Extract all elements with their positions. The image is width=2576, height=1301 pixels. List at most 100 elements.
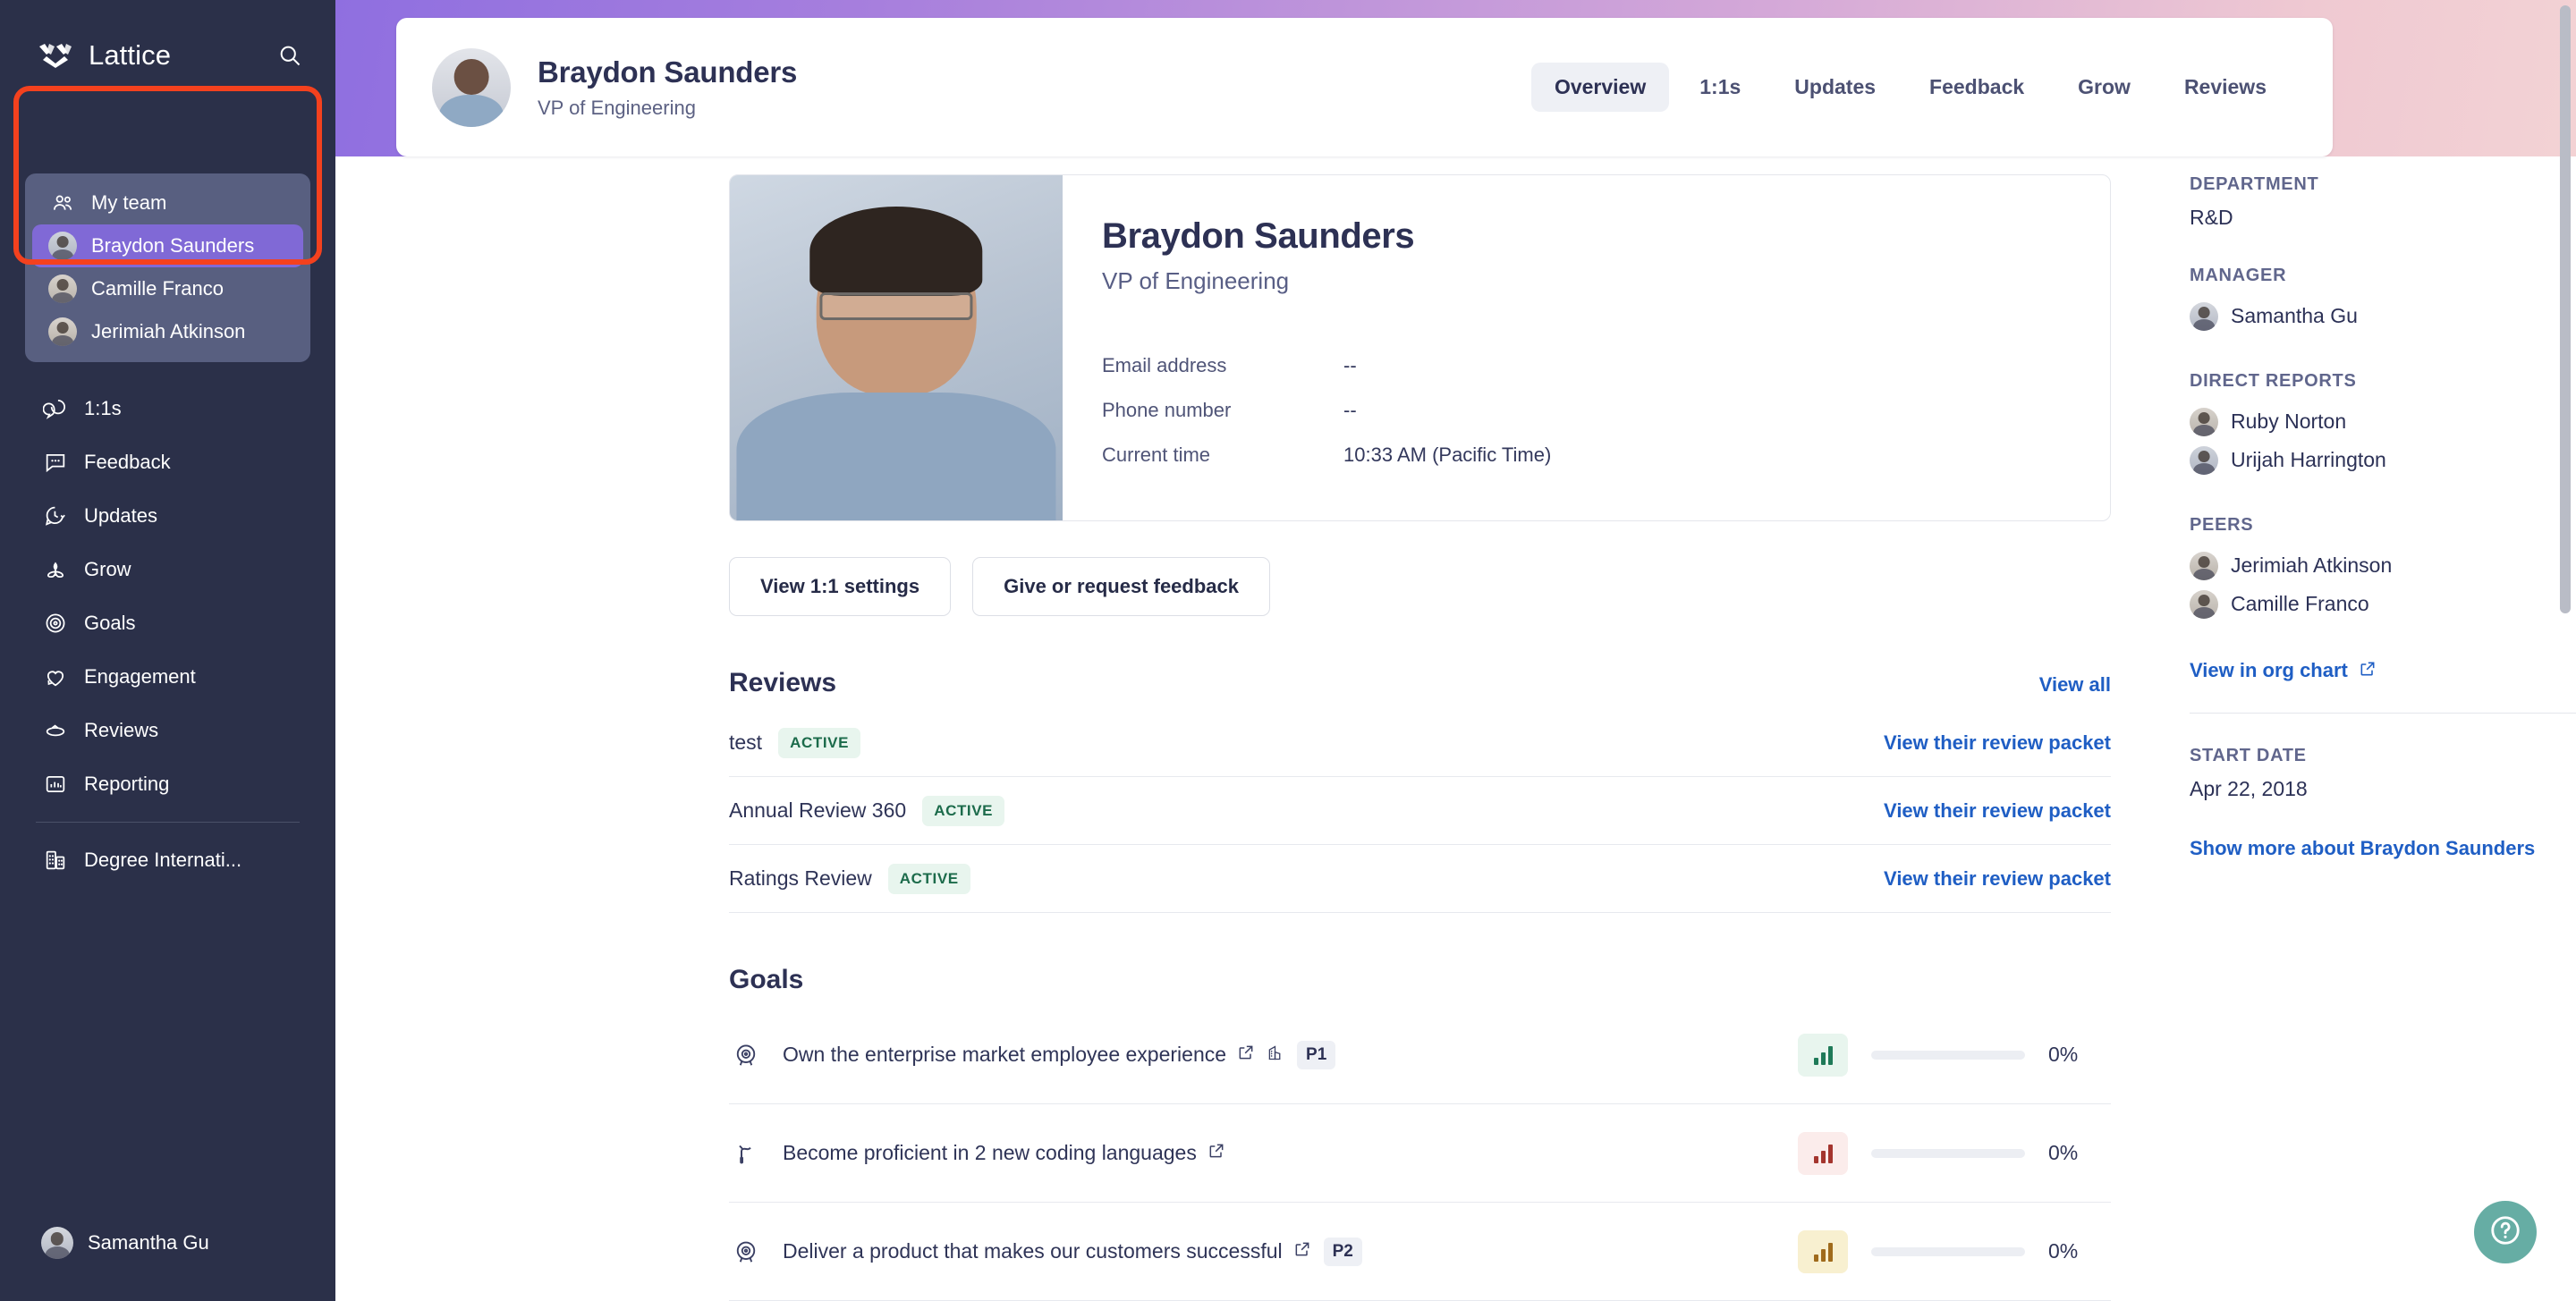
- tab-1-1s[interactable]: 1:1s: [1676, 63, 1764, 112]
- field-label: Email address: [1102, 354, 1227, 376]
- sidebar-item-reviews[interactable]: Reviews: [25, 704, 310, 757]
- question-mark-icon: [2488, 1213, 2522, 1252]
- search-icon[interactable]: [275, 40, 305, 71]
- manager-name: Samantha Gu: [2231, 304, 2358, 327]
- field-label: Phone number: [1102, 399, 1232, 421]
- show-more-link[interactable]: Show more about Braydon Saunders: [2190, 837, 2576, 860]
- clock-bubble-icon: [41, 502, 70, 530]
- sidebar-current-user[interactable]: Samantha Gu: [25, 1217, 310, 1269]
- main-stage: Braydon Saunders VP of Engineering Overv…: [335, 0, 2576, 1301]
- org-chart-link-row[interactable]: View in org chart: [2190, 659, 2576, 682]
- goal-title[interactable]: Become proficient in 2 new coding langua…: [783, 1141, 1197, 1165]
- sidebar-item-braydon-saunders[interactable]: Braydon Saunders: [32, 224, 303, 267]
- direct-report-row[interactable]: Ruby Norton: [2190, 402, 2576, 441]
- profile-info: Braydon Saunders VP of Engineering Email…: [1063, 175, 1551, 520]
- profile-role: VP of Engineering: [1102, 267, 1290, 294]
- status-badge: ACTIVE: [778, 727, 861, 758]
- flag-icon: [729, 1136, 763, 1170]
- page-scrollbar[interactable]: [2560, 5, 2571, 613]
- tab-reviews[interactable]: Reviews: [2161, 63, 2290, 112]
- peer-row[interactable]: Camille Franco: [2190, 585, 2576, 623]
- status-badge: ACTIVE: [922, 795, 1005, 826]
- buildings-icon: [41, 846, 70, 874]
- view-in-org-chart-link[interactable]: View in org chart: [2190, 659, 2348, 682]
- company-goal-icon: [1266, 1043, 1284, 1067]
- goal-title[interactable]: Own the enterprise market employee exper…: [783, 1043, 1226, 1067]
- tab-grow[interactable]: Grow: [2055, 63, 2154, 112]
- department-label: DEPARTMENT: [2190, 174, 2319, 194]
- goal-row: Become proficient in 2 new coding langua…: [729, 1104, 2111, 1203]
- sidebar-item-reporting[interactable]: Reporting: [25, 757, 310, 811]
- sidebar-item-company[interactable]: Degree Internati...: [25, 833, 310, 887]
- sidebar-item-label: My team: [91, 191, 167, 214]
- sidebar-item-my-team[interactable]: My team: [32, 182, 303, 224]
- target-icon: [729, 1235, 763, 1269]
- goal-progress: 0%: [1798, 1033, 2111, 1077]
- sidebar-member-label: Camille Franco: [91, 277, 224, 300]
- peer-row[interactable]: Jerimiah Atkinson: [2190, 546, 2576, 585]
- field-value: --: [1343, 354, 1357, 376]
- view-review-packet-link[interactable]: View their review packet: [1884, 731, 2111, 755]
- sidebar-main-nav: 1:1s Feedback Updates Grow Goals Engagem…: [0, 382, 335, 887]
- goal-title[interactable]: Deliver a product that makes our custome…: [783, 1239, 1283, 1263]
- tab-feedback[interactable]: Feedback: [1906, 63, 2047, 112]
- goal-progress: 0%: [1798, 1229, 2111, 1273]
- sidebar-item-label: Updates: [84, 504, 157, 527]
- sidebar-item-label: Degree Internati...: [84, 849, 242, 871]
- manager-label: MANAGER: [2190, 266, 2287, 285]
- profile-tabs: Overview 1:1s Updates Feedback Grow Revi…: [1530, 63, 2290, 112]
- review-row: Annual Review 360 ACTIVE View their revi…: [729, 777, 2111, 845]
- target-icon: [729, 1038, 763, 1072]
- help-button[interactable]: [2474, 1201, 2537, 1263]
- loop-arrow-icon: [41, 716, 70, 745]
- direct-report-row[interactable]: Urijah Harrington: [2190, 441, 2576, 479]
- avatar: [48, 232, 77, 260]
- external-link-icon[interactable]: [1293, 1240, 1311, 1263]
- tab-updates[interactable]: Updates: [1771, 63, 1899, 112]
- start-date-label: START DATE: [2190, 746, 2307, 765]
- reviews-section-header: Reviews View all: [729, 668, 2111, 698]
- view-review-packet-link[interactable]: View their review packet: [1884, 867, 2111, 891]
- section-title: Reviews: [729, 668, 837, 697]
- reviews-section: Reviews View all test ACTIVE View their …: [729, 668, 2111, 913]
- direct-report-name: Ruby Norton: [2231, 410, 2347, 433]
- sidebar-item-camille-franco[interactable]: Camille Franco: [32, 267, 303, 310]
- avatar: [2190, 407, 2218, 436]
- external-link-icon[interactable]: [2359, 660, 2377, 682]
- sidebar-item-1-1s[interactable]: 1:1s: [25, 382, 310, 435]
- sidebar-item-goals[interactable]: Goals: [25, 596, 310, 650]
- avatar: [41, 1227, 73, 1259]
- brand-name: Lattice: [89, 39, 172, 71]
- goals-section: Goals Own the enterprise market employee…: [729, 965, 2111, 1301]
- sidebar-item-grow[interactable]: Grow: [25, 543, 310, 596]
- sidebar-item-jerimiah-atkinson[interactable]: Jerimiah Atkinson: [32, 310, 303, 353]
- sidebar-item-label: Reporting: [84, 773, 170, 795]
- avatar: [432, 47, 511, 127]
- department-block: DEPARTMENT R&D: [2190, 174, 2576, 230]
- peers-block: PEERS Jerimiah Atkinson Camille Franco: [2190, 515, 2576, 623]
- tab-overview[interactable]: Overview: [1530, 63, 1670, 112]
- progress-track: [1871, 1148, 2025, 1158]
- manager-row[interactable]: Samantha Gu: [2190, 297, 2576, 335]
- view-review-packet-link[interactable]: View their review packet: [1884, 799, 2111, 823]
- view-all-reviews-link[interactable]: View all: [2039, 673, 2111, 697]
- view-1-1-settings-button[interactable]: View 1:1 settings: [729, 557, 952, 616]
- sidebar-item-label: 1:1s: [84, 397, 122, 419]
- progress-percent: 0%: [2048, 1043, 2079, 1066]
- direct-reports-block: DIRECT REPORTS Ruby Norton Urijah Harrin…: [2190, 371, 2576, 479]
- target-icon: [41, 609, 70, 638]
- sidebar-item-updates[interactable]: Updates: [25, 489, 310, 543]
- progress-percent: 0%: [2048, 1239, 2079, 1263]
- field-label: Current time: [1102, 444, 1211, 466]
- sidebar-item-feedback[interactable]: Feedback: [25, 435, 310, 489]
- sidebar-brand-row: Lattice: [0, 0, 335, 77]
- goal-status-icon: [1798, 1033, 1848, 1077]
- external-link-icon[interactable]: [1208, 1142, 1225, 1164]
- give-or-request-feedback-button[interactable]: Give or request feedback: [972, 557, 1270, 616]
- goal-progress: 0%: [1798, 1131, 2111, 1175]
- avatar: [2190, 589, 2218, 619]
- profile-card: Braydon Saunders VP of Engineering Email…: [729, 174, 2111, 521]
- sidebar-item-engagement[interactable]: Engagement: [25, 650, 310, 704]
- external-link-icon[interactable]: [1237, 1043, 1255, 1066]
- review-name: Ratings Review: [729, 866, 872, 890]
